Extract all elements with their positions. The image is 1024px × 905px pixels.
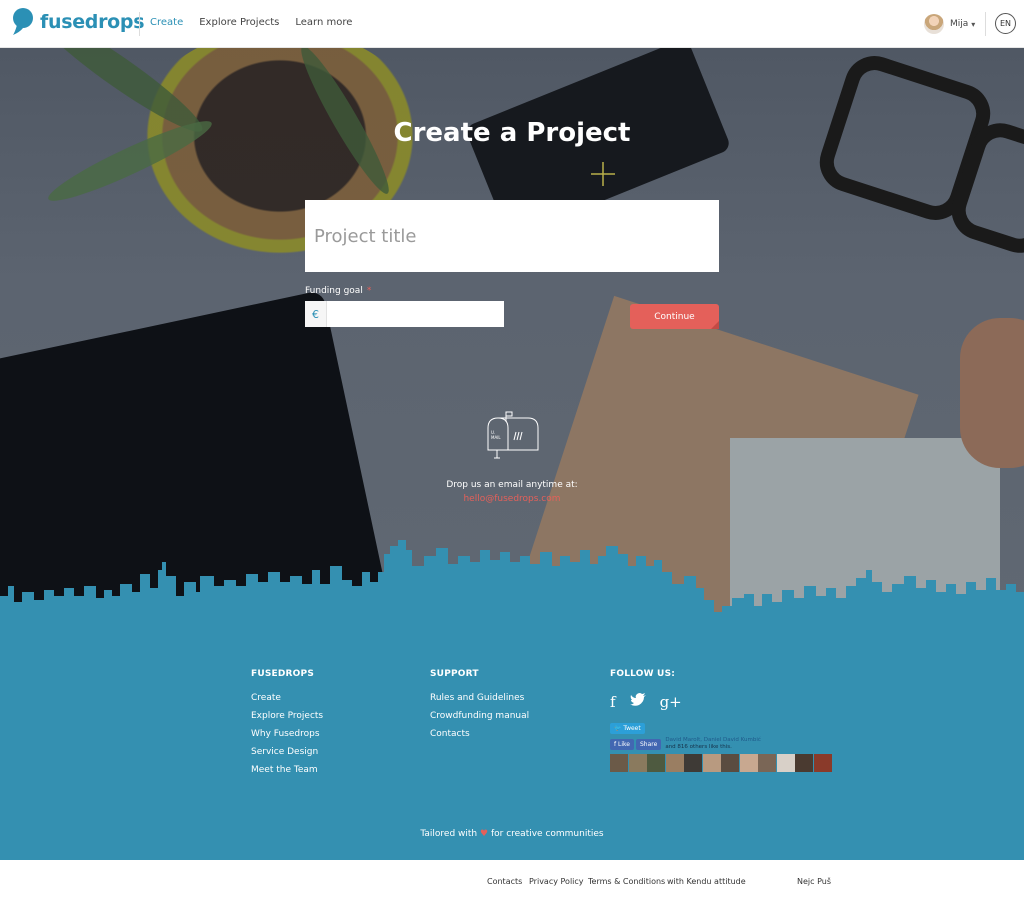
top-header: fusedrops Create Explore Projects Learn …	[0, 0, 1024, 48]
footer-col-title: SUPPORT	[430, 669, 479, 679]
heart-icon: ♥	[480, 829, 489, 839]
footer-link-why-fusedrops[interactable]: Why Fusedrops	[251, 729, 323, 739]
bottom-link-contacts[interactable]: Contacts	[487, 877, 522, 886]
main-nav: Create Explore Projects Learn more	[150, 17, 368, 28]
avatar	[924, 14, 944, 34]
plus-icon	[591, 162, 615, 186]
avatar	[647, 754, 665, 772]
drop-logo-icon	[13, 8, 33, 35]
tailored-suffix: for creative communities	[490, 829, 604, 839]
avatar	[813, 754, 832, 772]
required-marker: *	[366, 286, 372, 296]
facebook-icon[interactable]: f	[610, 693, 616, 711]
avatar	[610, 754, 628, 772]
footer-col-support: SUPPORT Rules and Guidelines Crowdfundin…	[430, 669, 529, 747]
avatar	[665, 754, 684, 772]
footer-col-title: FUSEDROPS	[251, 669, 315, 679]
user-menu[interactable]: Mija ▾	[924, 14, 975, 34]
funding-goal-text: Funding goal	[305, 286, 363, 296]
funding-goal-label: Funding goal *	[305, 286, 371, 296]
footer-link-contacts[interactable]: Contacts	[430, 729, 529, 739]
footer-col-follow: FOLLOW US: f g+ 🐦 Tweet f Like Share Dav…	[610, 669, 832, 772]
contact-email-link[interactable]: hello@fusedrops.com	[0, 494, 1024, 504]
avatar	[684, 754, 702, 772]
chevron-down-icon: ▾	[971, 19, 976, 29]
page-title: Create a Project	[0, 118, 1024, 148]
hand-photo	[960, 318, 1024, 468]
footer-col-fusedrops: FUSEDROPS Create Explore Projects Why Fu…	[251, 669, 323, 783]
title-light: Create a	[393, 118, 518, 148]
logo[interactable]: fusedrops	[12, 8, 145, 36]
twitter-icon[interactable]	[629, 693, 646, 711]
fb-share-button[interactable]: Share	[636, 738, 662, 750]
mailbox-icon: U. MAIL	[487, 411, 539, 459]
fb-names[interactable]: David Marolt, Daniel David Kumbić	[665, 737, 761, 743]
nav-explore-projects[interactable]: Explore Projects	[199, 17, 279, 28]
social-icons: f g+	[610, 693, 832, 711]
funding-goal-input[interactable]	[327, 301, 504, 327]
footer-link-meet-the-team[interactable]: Meet the Team	[251, 765, 323, 775]
facebook-like-box: f Like Share David Marolt, Daniel David …	[610, 737, 832, 751]
user-name: Mija	[950, 19, 969, 29]
footer-link-rules[interactable]: Rules and Guidelines	[430, 693, 529, 703]
footer-link-create[interactable]: Create	[251, 693, 323, 703]
footer: FUSEDROPS Create Explore Projects Why Fu…	[0, 625, 1024, 860]
fb-count: and 816 others like this.	[665, 744, 732, 750]
avatar	[758, 754, 776, 772]
avatar	[739, 754, 758, 772]
tweet-button[interactable]: 🐦 Tweet	[610, 723, 645, 734]
avatar	[776, 754, 795, 772]
nav-learn-more[interactable]: Learn more	[295, 17, 352, 28]
logo-text: fusedrops	[40, 11, 145, 33]
city-skyline	[0, 540, 1024, 638]
footer-col-title: FOLLOW US:	[610, 669, 676, 679]
footer-link-explore-projects[interactable]: Explore Projects	[251, 711, 323, 721]
svg-text:MAIL: MAIL	[491, 435, 501, 440]
tailored-prefix: Tailored with	[420, 829, 478, 839]
tweet-label: Tweet	[623, 725, 641, 732]
bottom-link-terms[interactable]: Terms & Conditions	[588, 877, 665, 886]
author-credit: Nejc Puš	[797, 877, 831, 886]
user-divider	[985, 12, 986, 36]
avatar	[795, 754, 813, 772]
continue-button[interactable]: Continue	[630, 304, 719, 329]
euro-icon: €	[305, 301, 327, 327]
hero-section: Create a Project Funding goal* € Continu…	[0, 48, 1024, 638]
fb-like-label: Like	[618, 740, 630, 748]
language-switch[interactable]: EN	[995, 13, 1016, 34]
bottom-link-kendu[interactable]: with Kendu attitude	[667, 877, 746, 886]
nav-create[interactable]: Create	[150, 17, 183, 28]
tailored-text: Tailored with ♥ for creative communities	[0, 829, 1024, 839]
avatar	[721, 754, 739, 772]
fb-like-text: David Marolt, Daniel David Kumbić and 81…	[665, 737, 761, 751]
nav-divider	[139, 12, 140, 36]
footer-link-service-design[interactable]: Service Design	[251, 747, 323, 757]
bottom-bar: Contacts Privacy Policy Terms & Conditio…	[0, 860, 1024, 905]
google-plus-icon[interactable]: g+	[660, 693, 682, 711]
funding-goal-field: €	[305, 301, 504, 327]
fb-faces	[610, 754, 832, 772]
contact-text: Drop us an email anytime at:	[446, 480, 578, 490]
avatar	[702, 754, 721, 772]
bottom-link-privacy[interactable]: Privacy Policy	[529, 877, 584, 886]
avatar	[628, 754, 647, 772]
project-title-input[interactable]	[305, 200, 719, 272]
title-bold: Project	[526, 118, 631, 148]
fb-like-button[interactable]: f Like	[610, 738, 634, 750]
footer-link-crowdfunding-manual[interactable]: Crowdfunding manual	[430, 711, 529, 721]
